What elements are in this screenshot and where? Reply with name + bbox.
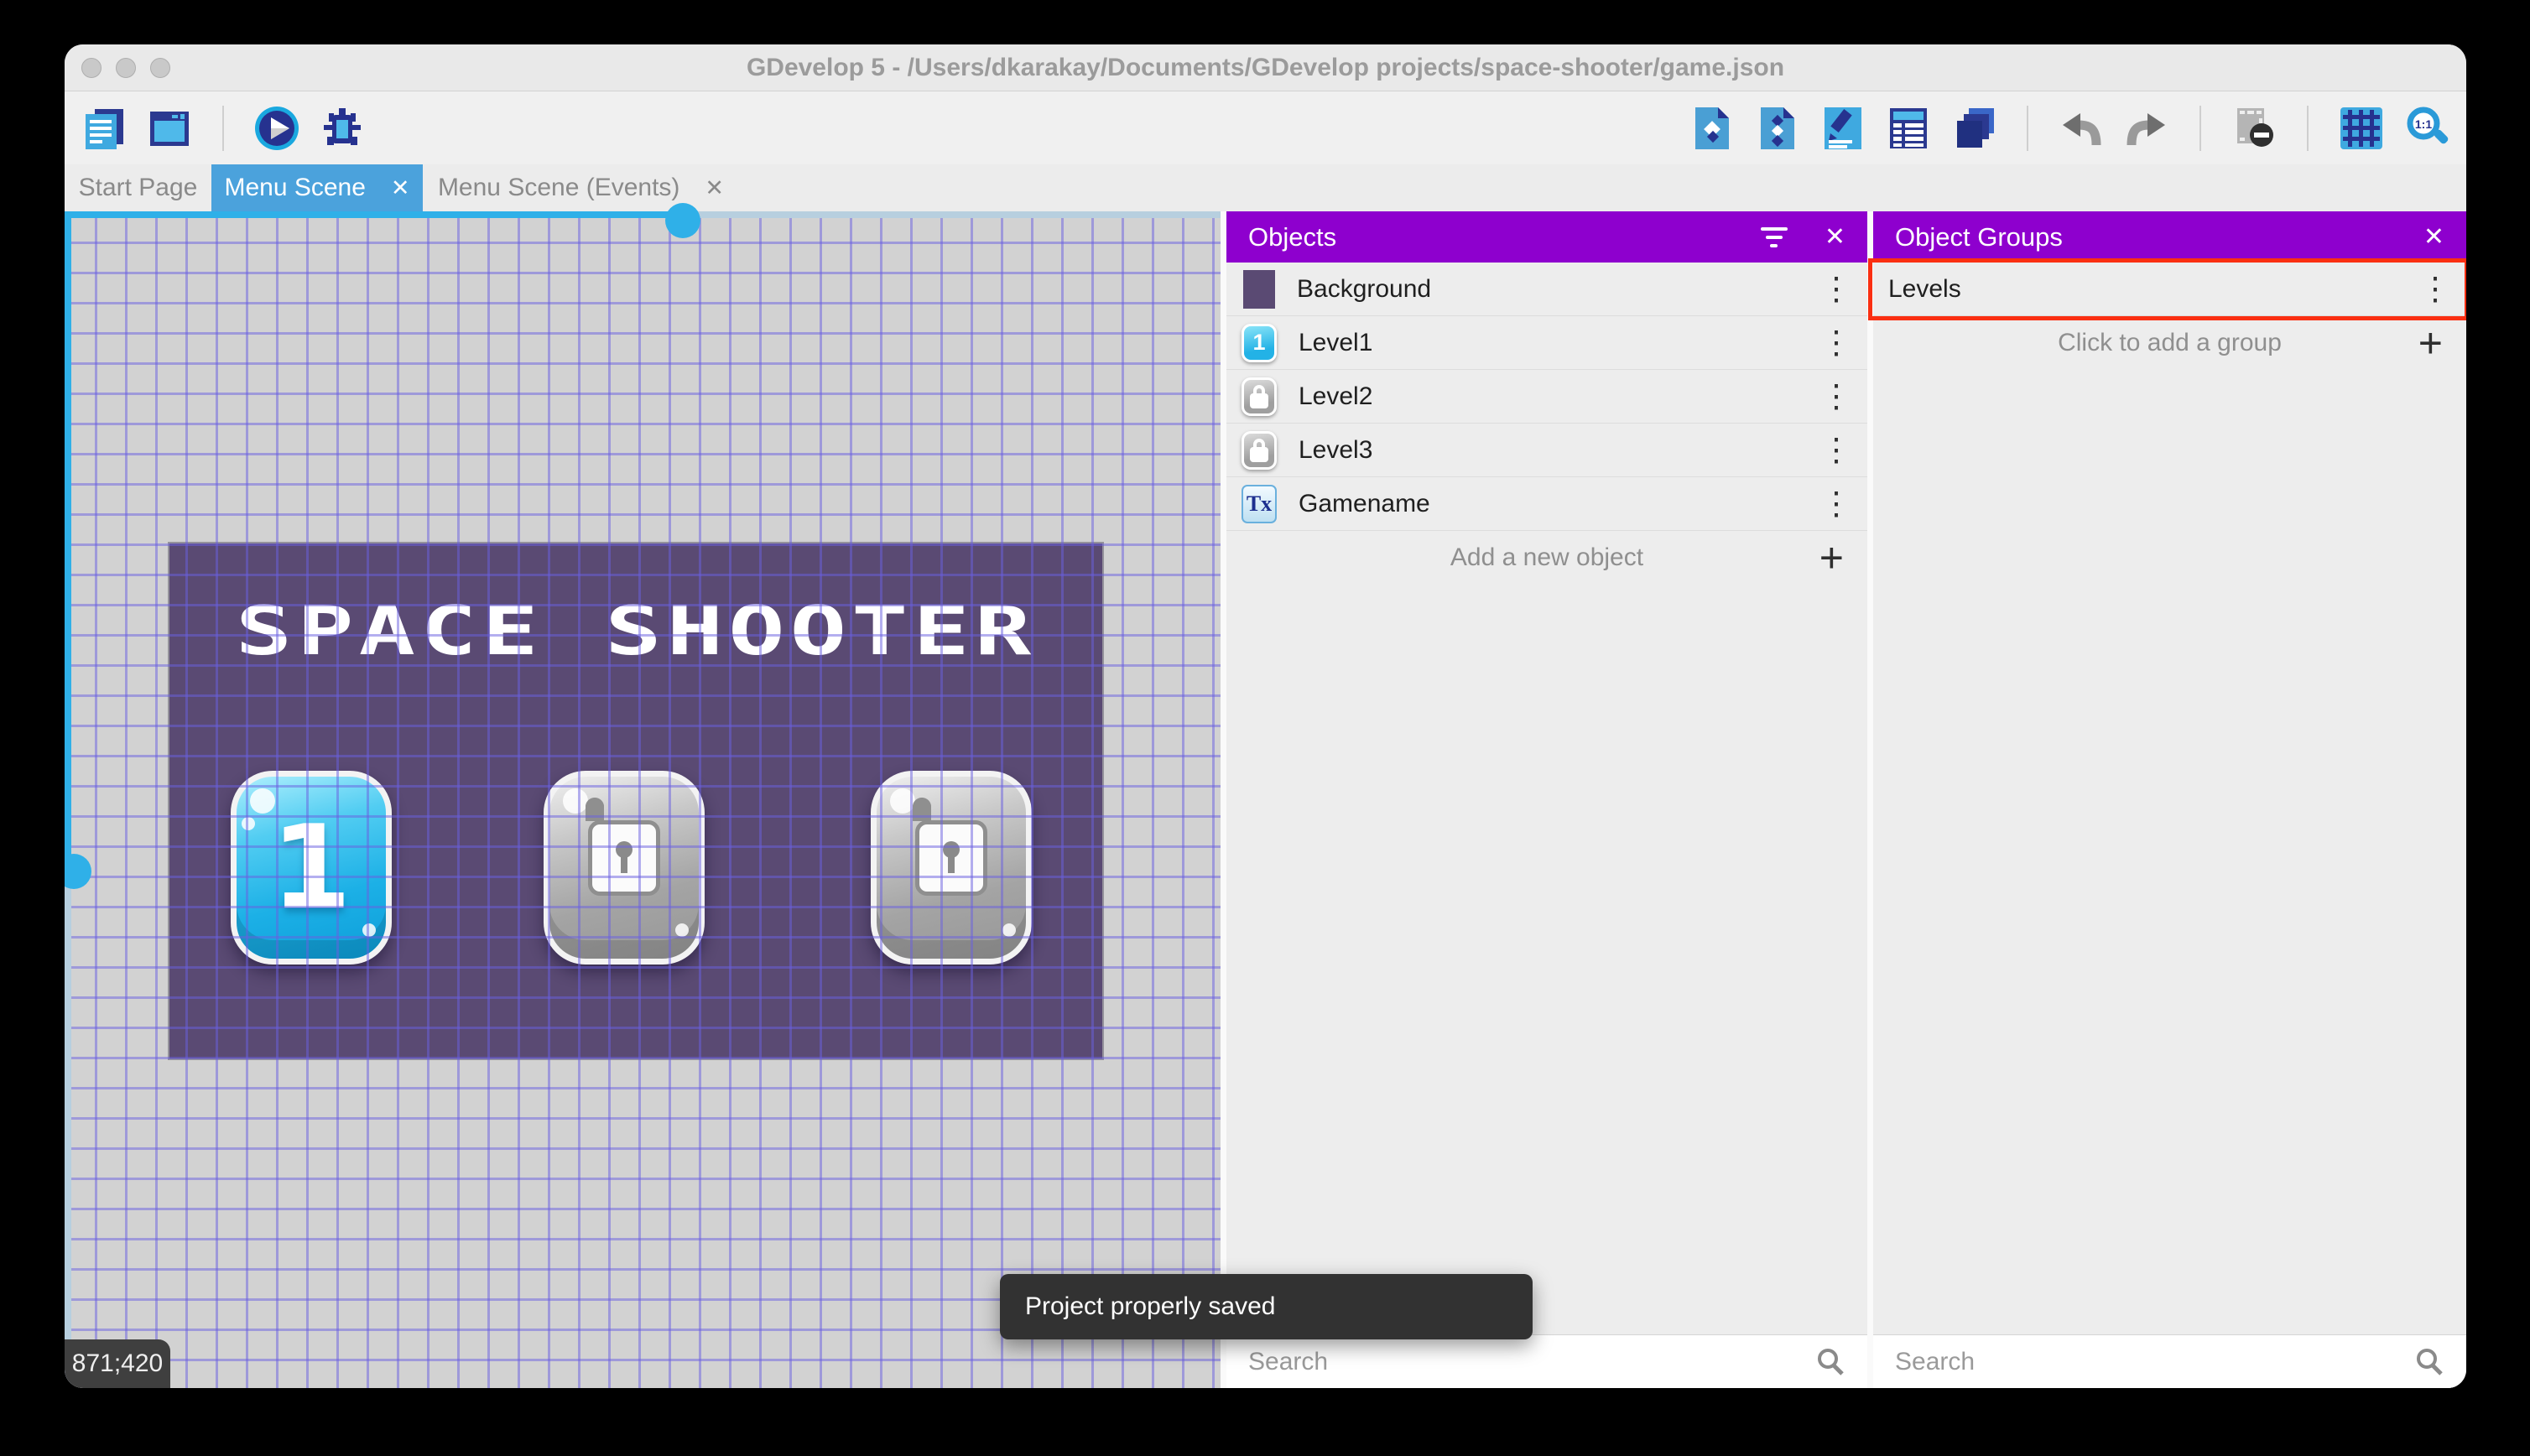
object-row-gamename[interactable]: Tx Gamename ⋮ (1226, 477, 1867, 531)
tab-close-icon[interactable]: ✕ (391, 175, 410, 201)
toolbar-separator (2199, 105, 2201, 151)
add-group-label: Click to add a group (2058, 329, 2282, 356)
group-label: Levels (1888, 274, 1961, 303)
object-menu-icon[interactable]: ⋮ (1820, 327, 1852, 359)
project-manager-icon[interactable] (80, 104, 128, 153)
objects-panel-header: Objects ✕ (1226, 211, 1867, 263)
scene-canvas[interactable]: SPACE SHOOTER 1 871;420 (65, 203, 1221, 1388)
object-menu-icon[interactable]: ⋮ (1820, 488, 1852, 520)
tab-menu-scene-events[interactable]: Menu Scene (Events) ✕ (423, 164, 739, 211)
level1-button-sprite: 1 (231, 771, 392, 965)
object-menu-icon[interactable]: ⋮ (1820, 434, 1852, 466)
object-label: Level3 (1299, 435, 1373, 464)
title-bar: GDevelop 5 - /Users/dkarakay/Documents/G… (65, 44, 2466, 91)
redo-icon[interactable] (2122, 104, 2171, 153)
tab-label: Menu Scene (224, 174, 366, 201)
objects-editor-icon[interactable] (1688, 104, 1736, 153)
zoom-original-icon[interactable]: 1:1 (2402, 104, 2451, 153)
close-panel-icon[interactable]: ✕ (1825, 222, 1845, 252)
plus-icon[interactable]: + (1819, 537, 1844, 579)
group-row-levels[interactable]: Levels ⋮ (1873, 263, 2466, 316)
tab-menu-scene[interactable]: Menu Scene ✕ (211, 164, 423, 211)
object-groups-panel: Object Groups ✕ Levels ⋮ Click to add a … (1873, 211, 2466, 1388)
tab-label: Menu Scene (Events) (437, 174, 680, 201)
group-menu-icon[interactable]: ⋮ (2419, 273, 2451, 305)
object-row-background[interactable]: Background ⋮ (1226, 263, 1867, 316)
layers-icon[interactable] (1950, 104, 1998, 153)
gdevelop-window: GDevelop 5 - /Users/dkarakay/Documents/G… (65, 44, 2466, 1388)
object-row-level1[interactable]: 1 Level1 ⋮ (1226, 316, 1867, 370)
close-panel-icon[interactable]: ✕ (2423, 222, 2444, 252)
level3-locked-sprite (871, 771, 1032, 965)
object-menu-icon[interactable]: ⋮ (1820, 381, 1852, 413)
groups-search-bar (1873, 1334, 2466, 1388)
object-label: Gamename (1299, 489, 1430, 517)
add-object-row[interactable]: Add a new object + (1226, 531, 1867, 585)
add-group-row[interactable]: Click to add a group + (1873, 316, 2466, 370)
groups-search-input[interactable] (1895, 1347, 2401, 1376)
search-icon[interactable] (1815, 1347, 1845, 1377)
toolbar-separator (2027, 105, 2028, 151)
toolbar-separator (2307, 105, 2309, 151)
panel-divider (1867, 211, 1873, 1388)
add-object-label: Add a new object (1450, 543, 1644, 571)
object-groups-editor-icon[interactable] (1753, 104, 1802, 153)
minimize-window-button[interactable] (116, 58, 136, 78)
panel-divider (1221, 211, 1226, 1388)
toolbar-separator (222, 105, 224, 151)
toast-message: Project properly saved (1025, 1292, 1276, 1320)
object-groups-panel-header: Object Groups ✕ (1873, 211, 2466, 263)
window-title: GDevelop 5 - /Users/dkarakay/Documents/G… (746, 54, 1785, 81)
object-label: Level2 (1299, 382, 1373, 410)
object-thumbnail-lock-icon (1242, 377, 1277, 416)
objects-panel: Objects ✕ Background ⋮ 1 Level1 ⋮ Level2… (1226, 211, 1867, 1388)
window-mask-icon[interactable] (2230, 104, 2278, 153)
zoom-label: 1:1 (2415, 117, 2432, 131)
traffic-lights (81, 58, 170, 78)
vertical-scrollbar-thumb[interactable] (65, 854, 91, 889)
editor-content: SPACE SHOOTER 1 871;420 Objects ✕ Backgr… (65, 203, 2466, 1388)
instances-list-icon[interactable] (1884, 104, 1933, 153)
object-thumbnail-lock-icon (1242, 430, 1277, 470)
objects-search-input[interactable] (1248, 1347, 1802, 1376)
horizontal-scrollbar-thumb[interactable] (665, 203, 700, 238)
save-toast: Project properly saved (1000, 1274, 1533, 1339)
object-row-level2[interactable]: Level2 ⋮ (1226, 370, 1867, 424)
object-thumbnail (1243, 269, 1275, 309)
object-label: Level1 (1299, 328, 1373, 356)
tab-start-page[interactable]: Start Page (65, 164, 211, 211)
tab-label: Start Page (78, 174, 198, 201)
undo-icon[interactable] (2057, 104, 2106, 153)
close-window-button[interactable] (81, 58, 102, 78)
panel-title: Objects (1248, 221, 1337, 252)
level2-locked-sprite (544, 771, 705, 965)
horizontal-scrollbar[interactable] (65, 203, 1221, 238)
object-row-level3[interactable]: Level3 ⋮ (1226, 424, 1867, 477)
plus-icon[interactable]: + (2418, 322, 2443, 364)
properties-icon[interactable] (1819, 104, 1867, 153)
lock-icon (913, 798, 990, 896)
main-toolbar: 1:1 (65, 91, 2466, 164)
vertical-scrollbar[interactable] (65, 211, 91, 1388)
object-thumbnail-text-icon: Tx (1242, 484, 1277, 523)
search-icon[interactable] (2414, 1347, 2444, 1377)
object-menu-icon[interactable]: ⋮ (1820, 273, 1852, 305)
scene-title-text: SPACE SHOOTER (235, 592, 1037, 671)
panel-title: Object Groups (1895, 221, 2063, 252)
lock-icon (586, 798, 663, 896)
objects-search-bar (1226, 1334, 1867, 1388)
tab-bar: Start Page Menu Scene ✕ Menu Scene (Even… (65, 164, 2466, 211)
cursor-coordinates-badge: 871;420 (65, 1339, 170, 1388)
object-thumbnail: 1 (1242, 323, 1277, 362)
object-label: Background (1297, 274, 1432, 303)
scene-window-icon[interactable] (145, 104, 194, 153)
tab-close-icon[interactable]: ✕ (705, 175, 724, 201)
level1-number: 1 (270, 800, 352, 935)
game-preview-area: SPACE SHOOTER 1 (169, 543, 1102, 1058)
filter-icon[interactable] (1760, 226, 1788, 247)
preview-play-icon[interactable] (252, 104, 301, 153)
debug-icon[interactable] (318, 104, 367, 153)
zoom-window-button[interactable] (150, 58, 170, 78)
grid-icon[interactable] (2337, 104, 2386, 153)
